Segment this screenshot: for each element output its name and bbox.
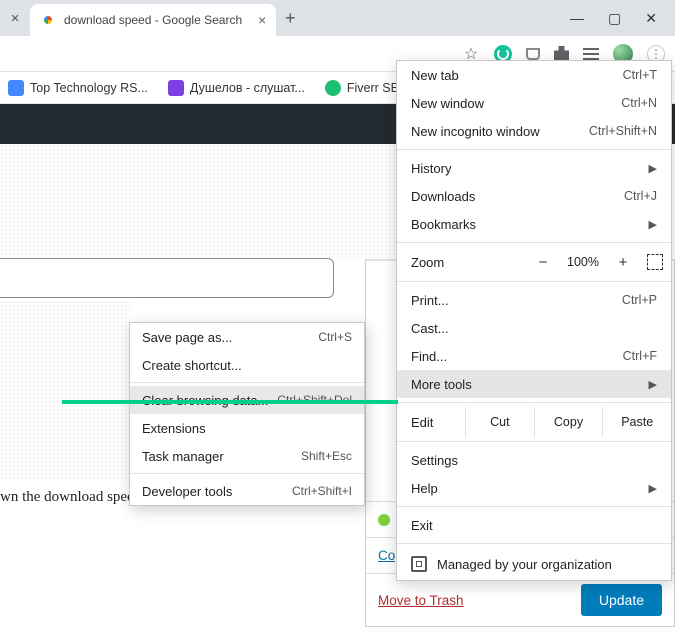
- close-prev-tab-icon[interactable]: ×: [0, 10, 30, 27]
- close-tab-icon[interactable]: ×: [258, 12, 266, 28]
- update-button[interactable]: Update: [581, 584, 662, 616]
- google-favicon-icon: [40, 12, 56, 28]
- chevron-right-icon: ▶: [649, 162, 657, 175]
- new-tab-button[interactable]: +: [276, 8, 304, 29]
- menu-bookmarks[interactable]: Bookmarks▶: [397, 210, 671, 238]
- menu-print[interactable]: Print...Ctrl+P: [397, 286, 671, 314]
- menu-downloads[interactable]: DownloadsCtrl+J: [397, 182, 671, 210]
- submenu-create-shortcut[interactable]: Create shortcut...: [130, 351, 364, 379]
- menu-settings[interactable]: Settings: [397, 446, 671, 474]
- submenu-extensions[interactable]: Extensions: [130, 414, 364, 442]
- chevron-right-icon: ▶: [649, 482, 657, 495]
- zoom-value: 100%: [567, 255, 599, 269]
- menu-cast[interactable]: Cast...: [397, 314, 671, 342]
- chrome-main-menu: New tabCtrl+T New windowCtrl+N New incog…: [396, 60, 672, 581]
- chevron-right-icon: ▶: [649, 378, 657, 391]
- rss-favicon-icon: [8, 80, 24, 96]
- seo-status-icon: [378, 514, 390, 526]
- bookmark-label: Top Technology RS...: [30, 81, 148, 95]
- menu-help[interactable]: Help▶: [397, 474, 671, 502]
- fiverr-favicon-icon: [325, 80, 341, 96]
- titlebar: × download speed - Google Search × + — ▢…: [0, 0, 675, 36]
- managed-org-icon: [411, 556, 427, 572]
- menu-find[interactable]: Find...Ctrl+F: [397, 342, 671, 370]
- edit-cut[interactable]: Cut: [465, 407, 534, 437]
- edit-copy[interactable]: Copy: [534, 407, 603, 437]
- site-favicon-icon: [168, 80, 184, 96]
- menu-more-tools[interactable]: More tools▶: [397, 370, 671, 398]
- bookmark-label: Душелов - слушат...: [190, 81, 305, 95]
- move-to-trash-link[interactable]: Move to Trash: [378, 593, 464, 608]
- annotation-highlight: [62, 400, 398, 404]
- bookmark-item[interactable]: Душелов - слушат...: [168, 80, 305, 96]
- chevron-right-icon: ▶: [649, 218, 657, 231]
- submenu-developer-tools[interactable]: Developer toolsCtrl+Shift+I: [130, 477, 364, 505]
- zoom-out-button[interactable]: −: [531, 254, 555, 271]
- more-tools-submenu: Save page as...Ctrl+S Create shortcut...…: [129, 322, 365, 506]
- page-search-box[interactable]: [0, 258, 334, 298]
- close-window-icon[interactable]: ✕: [645, 10, 657, 27]
- browser-tab[interactable]: download speed - Google Search ×: [30, 4, 276, 36]
- menu-new-window[interactable]: New windowCtrl+N: [397, 89, 671, 117]
- tab-title: download speed - Google Search: [64, 13, 242, 27]
- menu-exit[interactable]: Exit: [397, 511, 671, 539]
- menu-new-tab[interactable]: New tabCtrl+T: [397, 61, 671, 89]
- menu-history[interactable]: History▶: [397, 154, 671, 182]
- bookmark-item[interactable]: Top Technology RS...: [8, 80, 148, 96]
- menu-new-incognito[interactable]: New incognito windowCtrl+Shift+N: [397, 117, 671, 145]
- page-filler: [0, 300, 130, 480]
- minimize-icon[interactable]: —: [570, 10, 584, 27]
- menu-edit-row: Edit Cut Copy Paste: [397, 407, 671, 437]
- extensions-puzzle-icon[interactable]: [554, 46, 569, 61]
- zoom-in-button[interactable]: +: [611, 254, 635, 271]
- menu-zoom: Zoom − 100% +: [397, 247, 671, 277]
- page-filler: [0, 144, 395, 258]
- fullscreen-icon[interactable]: [647, 254, 663, 270]
- submenu-save-page[interactable]: Save page as...Ctrl+S: [130, 323, 364, 351]
- reading-list-icon[interactable]: [583, 48, 599, 60]
- edit-paste[interactable]: Paste: [602, 407, 671, 437]
- menu-managed[interactable]: Managed by your organization: [397, 548, 671, 580]
- submenu-task-manager[interactable]: Task managerShift+Esc: [130, 442, 364, 470]
- extension-can-icon[interactable]: [526, 48, 540, 60]
- maximize-icon[interactable]: ▢: [608, 10, 621, 27]
